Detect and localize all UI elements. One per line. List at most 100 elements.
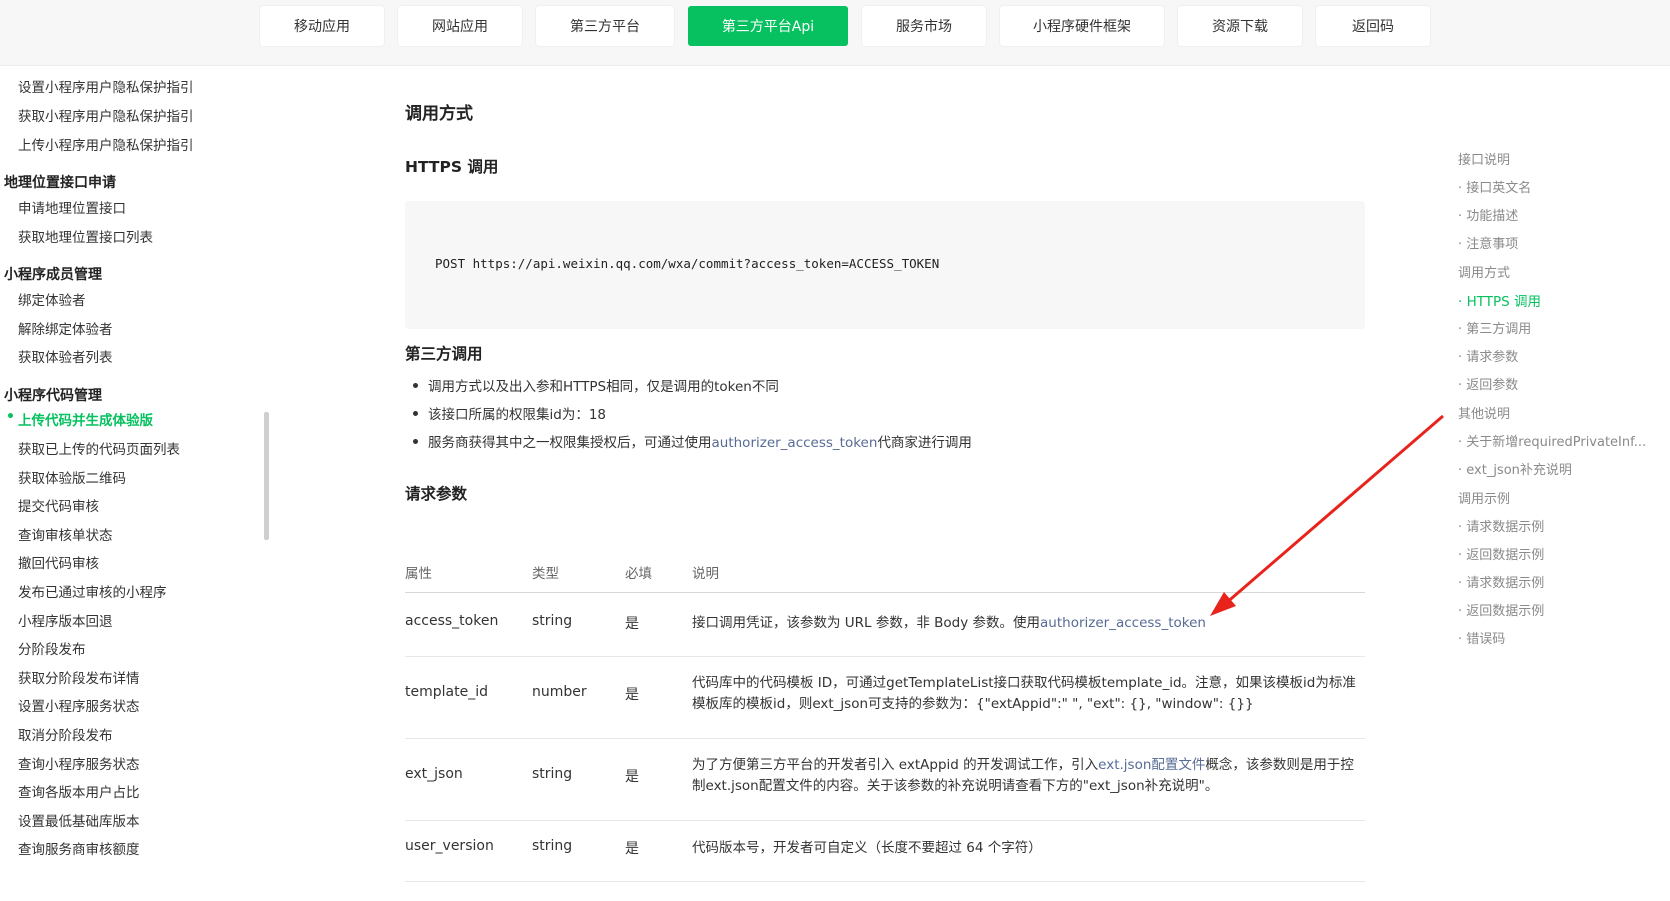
desc-text: 接口调用凭证，该参数为 URL 参数，非 Body 参数。使用 <box>692 615 1041 631</box>
table-of-contents: 接口说明 · 接口英文名 · 功能描述 · 注意事项 调用方式 · HTTPS … <box>1458 66 1670 901</box>
toc-item[interactable]: · 错误码 <box>1458 628 1505 647</box>
bullet-text: 代商家进行调用 <box>877 435 972 451</box>
sidebar-item[interactable]: 设置最低基础库版本 <box>18 810 140 830</box>
param-name: ext_json <box>405 766 463 782</box>
sidebar-item[interactable]: 查询服务商审核额度 <box>18 838 140 858</box>
nav-tab-return-codes[interactable]: 返回码 <box>1316 6 1430 46</box>
toc-item[interactable]: · 返回数据示例 <box>1458 600 1544 619</box>
toc-item-active[interactable]: · HTTPS 调用 <box>1458 290 1541 310</box>
toc-item[interactable]: · 返回数据示例 <box>1458 544 1544 563</box>
main-content: 调用方式 HTTPS 调用 POST https://api.weixin.qq… <box>405 66 1365 901</box>
toc-item[interactable]: · 第三方调用 <box>1458 318 1531 337</box>
toc-item[interactable]: 调用方式 <box>1458 262 1510 281</box>
table-header-desc: 说明 <box>692 566 719 582</box>
bullet-item: 该接口所属的权限集id为：18 <box>413 403 606 423</box>
sidebar-item[interactable]: 申请地理位置接口 <box>18 197 126 217</box>
active-bullet-icon: • <box>6 409 15 425</box>
sidebar-item[interactable]: 获取地理位置接口列表 <box>18 226 153 246</box>
request-params-title: 请求参数 <box>405 485 468 503</box>
toc-item[interactable]: · 关于新增requiredPrivateInf... <box>1458 431 1646 450</box>
sidebar-scrollbar[interactable] <box>264 412 269 540</box>
code-request-line: POST https://api.weixin.qq.com/wxa/commi… <box>435 256 940 271</box>
table-row-divider <box>405 881 1365 882</box>
toc-item[interactable]: · 请求数据示例 <box>1458 516 1544 535</box>
sidebar-item[interactable]: 设置小程序服务状态 <box>18 695 140 715</box>
third-party-call-title: 第三方调用 <box>405 345 483 363</box>
section-title-call-method: 调用方式 <box>405 104 473 124</box>
table-header-type: 类型 <box>532 566 559 582</box>
table-row-divider <box>405 738 1365 739</box>
sidebar-item[interactable]: 撤回代码审核 <box>18 552 99 572</box>
sidebar-item[interactable]: 解除绑定体验者 <box>18 318 113 338</box>
ext-json-config-link[interactable]: ext.json配置文件 <box>1098 757 1205 773</box>
toc-item[interactable]: · 请求参数 <box>1458 346 1518 365</box>
toc-item[interactable]: · 功能描述 <box>1458 205 1518 224</box>
sidebar-item[interactable]: 设置小程序用户隐私保护指引 <box>18 76 194 96</box>
sidebar-item[interactable]: 绑定体验者 <box>18 289 86 309</box>
sidebar-group-title: 小程序成员管理 <box>4 267 102 283</box>
code-block: POST https://api.weixin.qq.com/wxa/commi… <box>405 201 1365 329</box>
param-required: 是 <box>625 687 639 703</box>
left-sidebar: 设置小程序用户隐私保护指引 获取小程序用户隐私保护指引 上传小程序用户隐私保护指… <box>0 66 262 901</box>
sidebar-item-active[interactable]: 上传代码并生成体验版 <box>18 409 153 429</box>
sidebar-item[interactable]: 上传小程序用户隐私保护指引 <box>18 134 194 154</box>
sidebar-item[interactable]: 取消分阶段发布 <box>18 724 113 744</box>
toc-item[interactable]: · 接口英文名 <box>1458 177 1531 196</box>
toc-item[interactable]: · ext_json补充说明 <box>1458 459 1572 478</box>
desc-text: 为了方便第三方平台的开发者引入 extAppid 的开发调试工作，引入 <box>692 757 1099 773</box>
sidebar-item[interactable]: 查询小程序服务状态 <box>18 753 140 773</box>
bullet-item: 服务商获得其中之一权限集授权后，可通过使用authorizer_access_t… <box>413 431 972 451</box>
param-type: string <box>532 766 573 782</box>
bullet-dot-icon <box>413 382 418 388</box>
bullet-dot-icon <box>413 438 418 444</box>
nav-tab-service-market[interactable]: 服务市场 <box>862 6 986 46</box>
table-header-divider <box>405 592 1365 593</box>
param-type: number <box>532 684 587 700</box>
toc-item[interactable]: 接口说明 <box>1458 149 1510 168</box>
top-nav-tabs: 移动应用 网站应用 第三方平台 第三方平台Api 服务市场 小程序硬件框架 资源… <box>260 6 1430 46</box>
param-description: 代码库中的代码模板 ID，可通过getTemplateList接口获取代码模板t… <box>692 675 1356 712</box>
sidebar-item[interactable]: 查询审核单状态 <box>18 524 113 544</box>
param-required: 是 <box>625 616 639 632</box>
sidebar-item[interactable]: 获取分阶段发布详情 <box>18 667 140 687</box>
sidebar-group-title: 地理位置接口申请 <box>4 175 116 191</box>
sidebar-item[interactable]: 查询各版本用户占比 <box>18 781 140 801</box>
sidebar-item[interactable]: 提交代码审核 <box>18 495 99 515</box>
toc-item[interactable]: 其他说明 <box>1458 403 1510 422</box>
sidebar-item[interactable]: 获取已上传的代码页面列表 <box>18 438 180 458</box>
sidebar-item[interactable]: 获取小程序用户隐私保护指引 <box>18 105 194 125</box>
sidebar-item[interactable]: 发布已通过审核的小程序 <box>18 581 167 601</box>
sidebar-item[interactable]: 获取体验版二维码 <box>18 467 126 487</box>
authorizer-access-token-link[interactable]: authorizer_access_token <box>712 435 878 451</box>
nav-tab-third-party-platform[interactable]: 第三方平台 <box>536 6 674 46</box>
param-type: string <box>532 613 573 629</box>
bullet-text: 该接口所属的权限集id为：18 <box>428 407 606 423</box>
bullet-text: 调用方式以及出入参和HTTPS相同，仅是调用的token不同 <box>428 379 779 395</box>
sidebar-item[interactable]: 获取体验者列表 <box>18 346 113 366</box>
param-required: 是 <box>625 841 639 857</box>
nav-tab-hardware-framework[interactable]: 小程序硬件框架 <box>1000 6 1164 46</box>
toc-item[interactable]: 调用示例 <box>1458 488 1510 507</box>
table-header-attr: 属性 <box>405 566 432 582</box>
nav-tab-website-app[interactable]: 网站应用 <box>398 6 522 46</box>
nav-tab-third-party-api[interactable]: 第三方平台Api <box>688 6 848 46</box>
nav-tab-resource-download[interactable]: 资源下载 <box>1178 6 1302 46</box>
top-navigation-bar: 移动应用 网站应用 第三方平台 第三方平台Api 服务市场 小程序硬件框架 资源… <box>0 0 1670 66</box>
param-name: access_token <box>405 613 499 629</box>
toc-item[interactable]: · 请求数据示例 <box>1458 572 1544 591</box>
table-header-required: 必填 <box>625 566 652 582</box>
toc-item[interactable]: · 注意事项 <box>1458 233 1518 252</box>
sidebar-group-title: 小程序代码管理 <box>4 388 102 404</box>
bullet-dot-icon <box>413 410 418 416</box>
param-required: 是 <box>625 769 639 785</box>
authorizer-access-token-link[interactable]: authorizer_access_token <box>1040 615 1206 631</box>
sidebar-item[interactable]: 分阶段发布 <box>18 638 86 658</box>
nav-tab-mobile-app[interactable]: 移动应用 <box>260 6 384 46</box>
table-row-divider <box>405 656 1365 657</box>
sidebar-item[interactable]: 小程序版本回退 <box>18 610 113 630</box>
toc-item[interactable]: · 返回参数 <box>1458 374 1518 393</box>
param-type: string <box>532 838 573 854</box>
https-call-title: HTTPS 调用 <box>405 158 499 176</box>
param-description: 接口调用凭证，该参数为 URL 参数，非 Body 参数。使用authorize… <box>692 613 1365 634</box>
param-name: user_version <box>405 838 494 854</box>
